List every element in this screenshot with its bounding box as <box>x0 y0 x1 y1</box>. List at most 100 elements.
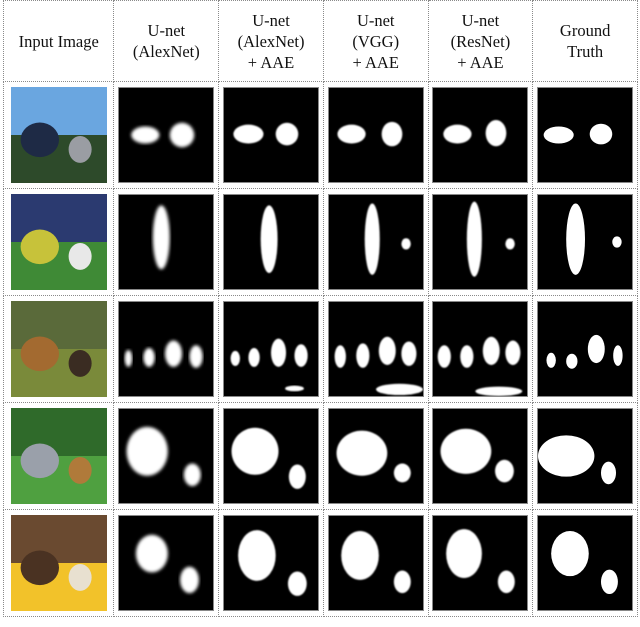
unet-resnet-aae-mask <box>432 301 529 397</box>
input-image-cell <box>2 402 115 510</box>
foreground-blob <box>131 126 160 144</box>
unet-vgg-aae-mask <box>327 408 424 504</box>
foreground-blob <box>337 124 366 144</box>
foreground-blob <box>438 345 452 368</box>
foreground-blob <box>381 121 403 147</box>
unet-vgg-aae-mask <box>327 301 424 397</box>
unet-alexnet-mask <box>118 408 215 504</box>
unet-resnet-aae-mask <box>432 194 529 290</box>
foreground-blob <box>551 531 589 577</box>
unet-alexnet-mask <box>118 301 215 397</box>
foreground-blob <box>467 201 483 277</box>
foreground-blob <box>355 343 370 368</box>
ground-truth-mask <box>537 87 634 183</box>
unet-vgg-aae-cell <box>322 188 429 296</box>
foreground-blob <box>613 345 623 366</box>
foreground-blob <box>483 336 501 365</box>
foreground-blob <box>143 348 156 367</box>
foreground-blob <box>233 124 264 144</box>
input-image-cell <box>2 509 115 617</box>
unet-alexnet-aae-cell <box>218 295 324 403</box>
header-ground-truth: Ground Truth <box>532 0 638 82</box>
ground-truth-cell <box>532 81 638 189</box>
foreground-blob <box>288 464 306 489</box>
foreground-blob <box>443 124 472 144</box>
foreground-blob <box>486 119 507 147</box>
header-unet-resnet-aae: U-net (ResNet) + AAE <box>427 0 534 82</box>
foreground-blob <box>180 566 200 594</box>
foreground-blob <box>153 205 171 270</box>
ground-truth-cell <box>532 402 638 510</box>
foreground-blob <box>587 334 605 364</box>
soccer-player-kicking-ball-photo <box>10 194 107 290</box>
input-image-cell <box>2 188 115 296</box>
table-row <box>2 509 638 617</box>
foreground-blob <box>393 570 411 594</box>
unet-vgg-aae-cell <box>322 509 429 617</box>
foreground-blob <box>126 426 169 476</box>
foreground-blob <box>566 203 586 275</box>
foreground-blob <box>238 530 276 581</box>
unet-resnet-aae-mask <box>432 408 529 504</box>
foreground-blob <box>612 236 622 248</box>
foreground-blob <box>440 428 492 474</box>
foreground-blob <box>401 238 411 250</box>
table-row <box>2 188 638 296</box>
foreground-blob <box>375 383 423 396</box>
foreground-blob <box>336 430 387 476</box>
input-image-cell <box>2 81 115 189</box>
foreground-blob <box>460 345 474 368</box>
unet-alexnet-mask <box>118 87 215 183</box>
segmentation-comparison-table: Input Image U-net (AlexNet) U-net (AlexNet… <box>2 0 638 617</box>
foreground-blob <box>294 344 308 367</box>
foreground-blob <box>393 463 411 483</box>
foreground-blob <box>189 345 203 368</box>
unet-alexnet-mask <box>118 194 215 290</box>
foreground-blob <box>340 531 379 580</box>
foreground-blob <box>271 338 287 367</box>
unet-resnet-aae-mask <box>432 87 529 183</box>
turkeys-on-grass-photo <box>10 301 107 397</box>
foreground-blob <box>538 435 595 477</box>
foreground-blob <box>260 205 278 274</box>
foreground-blob <box>546 352 557 368</box>
unet-vgg-aae-cell <box>322 402 429 510</box>
foreground-blob <box>285 385 304 392</box>
ground-truth-mask <box>537 408 634 504</box>
dog-and-cat-on-grass-photo <box>10 408 107 504</box>
foreground-blob <box>334 345 346 368</box>
foreground-blob <box>124 349 133 367</box>
unet-alexnet-aae-cell <box>218 81 324 189</box>
foreground-blob <box>230 350 240 366</box>
ground-truth-cell <box>532 188 638 296</box>
unet-resnet-aae-cell <box>427 188 534 296</box>
foreground-blob <box>495 459 515 483</box>
ground-truth-cell <box>532 509 638 617</box>
unet-alexnet-cell <box>113 402 220 510</box>
unet-alexnet-aae-cell <box>218 188 324 296</box>
foreground-blob <box>170 122 195 148</box>
ground-truth-mask <box>537 515 634 611</box>
unet-alexnet-aae-mask <box>223 301 320 397</box>
foreground-blob <box>505 238 516 250</box>
foreground-blob <box>248 348 260 367</box>
unet-vgg-aae-cell <box>322 295 429 403</box>
foreground-blob <box>136 534 169 573</box>
unet-alexnet-aae-mask <box>223 194 320 290</box>
foreground-blob <box>287 571 307 596</box>
unet-alexnet-aae-cell <box>218 509 324 617</box>
table-row <box>2 295 638 403</box>
unet-alexnet-cell <box>113 509 220 617</box>
foreground-blob <box>475 386 523 396</box>
foreground-blob <box>589 123 613 145</box>
header-input-image: Input Image <box>2 0 115 82</box>
street-with-two-cars-photo <box>10 87 107 183</box>
ground-truth-cell <box>532 295 638 403</box>
input-image-cell <box>2 295 115 403</box>
header-unet-alexnet: U-net (AlexNet) <box>113 0 220 82</box>
foreground-blob <box>364 203 380 275</box>
header-unet-alexnet-aae: U-net (AlexNet) + AAE <box>218 0 324 82</box>
foreground-blob <box>498 570 516 594</box>
header-unet-vgg-aae: U-net (VGG) + AAE <box>322 0 429 82</box>
ground-truth-mask <box>537 301 634 397</box>
